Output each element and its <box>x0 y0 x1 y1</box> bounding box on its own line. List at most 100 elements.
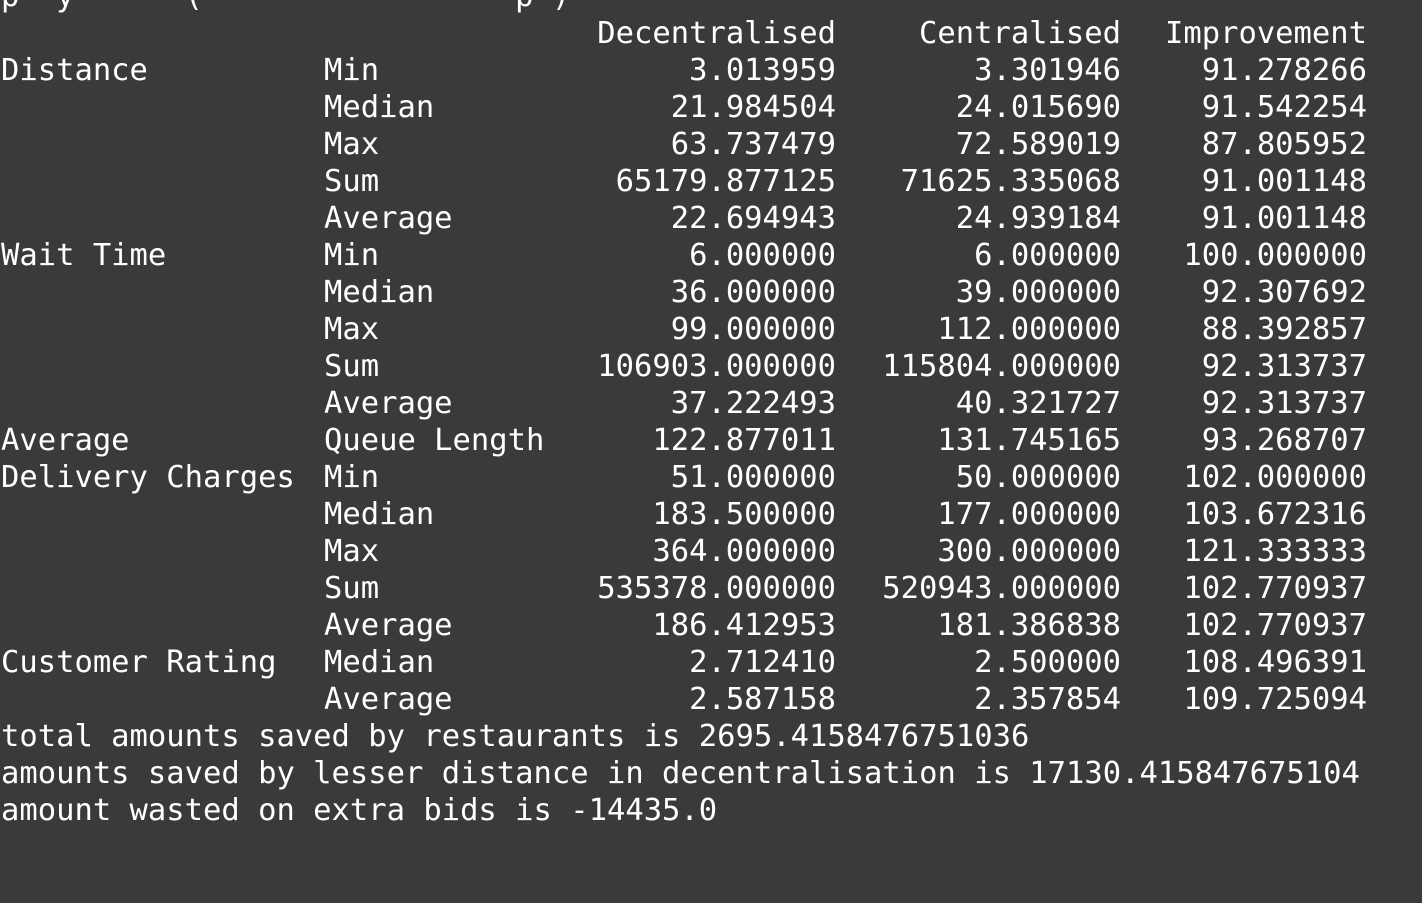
centralised-value: 50.000000 <box>955 460 1121 495</box>
row-stat-label: Sum <box>324 349 380 384</box>
centralised-value: 177.000000 <box>937 497 1121 532</box>
row-stat-label: Average <box>324 201 453 236</box>
table-row: Median 21.984504 24.015690 91.542254 <box>1 89 1421 126</box>
message-total-saved: total amounts saved by restaurants is 26… <box>1 719 1030 754</box>
row-group-label: Delivery Charges <box>1 460 295 495</box>
table-row: Max 364.000000 300.000000 121.333333 <box>1 533 1421 570</box>
centralised-value: 2.500000 <box>974 645 1121 680</box>
row-stat-label: Min <box>324 53 380 88</box>
decentralised-value: 2.587158 <box>689 682 836 717</box>
improvement-value: 91.001148 <box>1201 164 1367 199</box>
improvement-value: 92.313737 <box>1201 386 1367 421</box>
row-stat-label: Sum <box>324 571 380 606</box>
message-line: amount wasted on extra bids is -14435.0 <box>1 792 1421 829</box>
table-row: Max 99.000000 112.000000 88.392857 <box>1 311 1421 348</box>
column-header-improvement: Improvement <box>1165 16 1367 51</box>
message-wasted-bids: amount wasted on extra bids is -14435.0 <box>1 793 718 828</box>
row-group-label: Customer Rating <box>1 645 277 680</box>
row-stat-label: Median <box>324 645 435 680</box>
row-group-label: Average <box>1 423 130 458</box>
table-row: Distance Min 3.013959 3.301946 91.278266 <box>1 52 1421 89</box>
centralised-value: 39.000000 <box>955 275 1121 310</box>
improvement-value: 108.496391 <box>1183 645 1367 680</box>
centralised-value: 72.589019 <box>955 127 1121 162</box>
row-stat-label: Queue Length <box>324 423 545 458</box>
table-row: Customer Rating Median 2.712410 2.500000 108… <box>1 644 1421 681</box>
improvement-value: 102.770937 <box>1183 608 1367 643</box>
table-row: Wait Time Min 6.000000 6.000000 100.000000 <box>1 237 1421 274</box>
decentralised-value: 37.222493 <box>670 386 836 421</box>
centralised-value: 71625.335068 <box>900 164 1121 199</box>
decentralised-value: 3.013959 <box>689 53 836 88</box>
centralised-value: 2.357854 <box>974 682 1121 717</box>
centralised-value: 520943.000000 <box>882 571 1121 606</box>
improvement-value: 93.268707 <box>1201 423 1367 458</box>
centralised-value: 3.301946 <box>974 53 1121 88</box>
centralised-value: 24.015690 <box>955 90 1121 125</box>
row-stat-label: Sum <box>324 164 380 199</box>
message-line: total amounts saved by restaurants is 26… <box>1 718 1421 755</box>
message-distance-saved: amounts saved by lesser distance in dece… <box>1 756 1360 791</box>
row-stat-label: Max <box>324 312 380 347</box>
centralised-value: 300.000000 <box>937 534 1121 569</box>
table-row: Average 2.587158 2.357854 109.725094 <box>1 681 1421 718</box>
row-stat-label: Max <box>324 127 380 162</box>
improvement-value: 91.001148 <box>1201 201 1367 236</box>
partial-scrolled-line: p y ( p ) <box>1 0 1421 15</box>
centralised-value: 40.321727 <box>955 386 1121 421</box>
decentralised-value: 99.000000 <box>670 312 836 347</box>
decentralised-value: 186.412953 <box>652 608 836 643</box>
improvement-value: 102.770937 <box>1183 571 1367 606</box>
row-stat-label: Min <box>324 460 380 495</box>
centralised-value: 181.386838 <box>937 608 1121 643</box>
decentralised-value: 21.984504 <box>670 90 836 125</box>
table-row: Median 183.500000 177.000000 103.672316 <box>1 496 1421 533</box>
decentralised-value: 22.694943 <box>670 201 836 236</box>
improvement-value: 91.542254 <box>1201 90 1367 125</box>
decentralised-value: 51.000000 <box>670 460 836 495</box>
row-stat-label: Average <box>324 682 453 717</box>
table-row: Average 37.222493 40.321727 92.313737 <box>1 385 1421 422</box>
row-group-label: Wait Time <box>1 238 167 273</box>
message-line: amounts saved by lesser distance in dece… <box>1 755 1421 792</box>
centralised-value: 115804.000000 <box>882 349 1121 384</box>
table-body: Distance Min 3.013959 3.301946 91.278266 Medi… <box>1 52 1421 718</box>
row-stat-label: Max <box>324 534 380 569</box>
decentralised-value: 36.000000 <box>670 275 836 310</box>
terminal-window: { "header": { "partial_line": "p y ( p )… <box>0 0 1422 828</box>
improvement-value: 121.333333 <box>1183 534 1367 569</box>
centralised-value: 6.000000 <box>974 238 1121 273</box>
decentralised-value: 122.877011 <box>652 423 836 458</box>
table-row: Sum 106903.000000 115804.000000 92.313737 <box>1 348 1421 385</box>
improvement-value: 103.672316 <box>1183 497 1367 532</box>
partial-line-text: p y ( p ) <box>1 0 570 15</box>
improvement-value: 91.278266 <box>1201 53 1367 88</box>
improvement-value: 88.392857 <box>1201 312 1367 347</box>
decentralised-value: 2.712410 <box>689 645 836 680</box>
row-stat-label: Median <box>324 275 435 310</box>
row-stat-label: Average <box>324 608 453 643</box>
terminal-output: p y ( p ) Decentralised Centralised Impr… <box>1 0 1421 829</box>
improvement-value: 87.805952 <box>1201 127 1367 162</box>
column-header-centralised: Centralised <box>919 16 1121 51</box>
decentralised-value: 65179.877125 <box>615 164 836 199</box>
table-row: Max 63.737479 72.589019 87.805952 <box>1 126 1421 163</box>
improvement-value: 102.000000 <box>1183 460 1367 495</box>
row-stat-label: Average <box>324 386 453 421</box>
row-group-label: Distance <box>1 53 148 88</box>
table-row: Average Queue Length 122.877011 131.745165 9… <box>1 422 1421 459</box>
row-stat-label: Median <box>324 497 435 532</box>
improvement-value: 100.000000 <box>1183 238 1367 273</box>
decentralised-value: 6.000000 <box>689 238 836 273</box>
improvement-value: 92.313737 <box>1201 349 1367 384</box>
decentralised-value: 183.500000 <box>652 497 836 532</box>
row-stat-label: Median <box>324 90 435 125</box>
table-row: Median 36.000000 39.000000 92.307692 <box>1 274 1421 311</box>
table-row: Sum 65179.877125 71625.335068 91.001148 <box>1 163 1421 200</box>
table-row: Average 22.694943 24.939184 91.001148 <box>1 200 1421 237</box>
row-stat-label: Min <box>324 238 380 273</box>
centralised-value: 24.939184 <box>955 201 1121 236</box>
decentralised-value: 364.000000 <box>652 534 836 569</box>
decentralised-value: 535378.000000 <box>597 571 836 606</box>
table-row: Delivery Charges Min 51.000000 50.000000 102… <box>1 459 1421 496</box>
